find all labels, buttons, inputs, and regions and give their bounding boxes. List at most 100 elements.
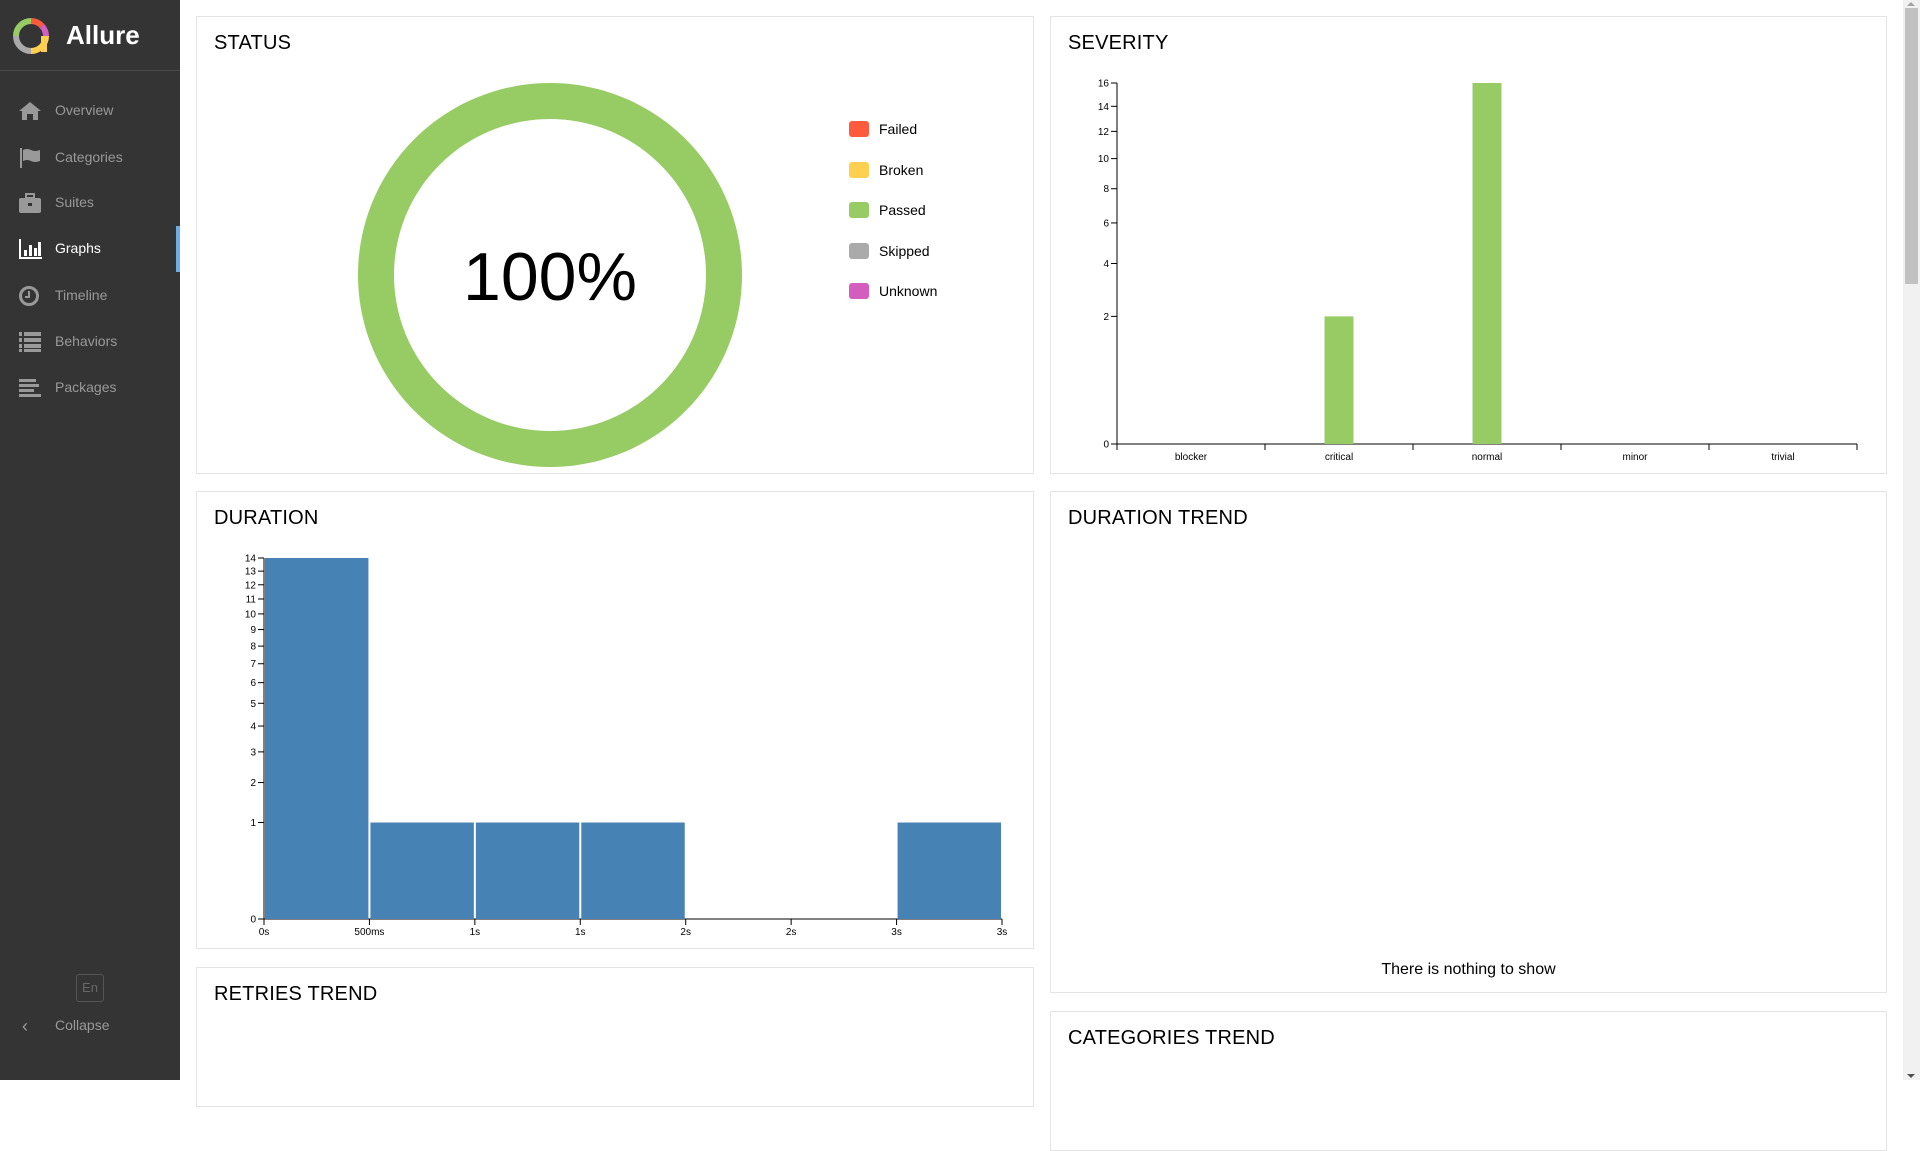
y-tick-label: 6 (250, 678, 256, 689)
y-tick-label: 4 (250, 722, 256, 733)
scroll-up-arrow-icon[interactable] (1907, 2, 1915, 6)
legend-label: Broken (879, 161, 924, 178)
duration-panel: DURATION 0 1 2 3 4 5 6 7 8 9 10 11 12 13 14 0s 500ms 1s 1s… (196, 491, 1034, 949)
y-tick-label: 7 (250, 659, 256, 670)
y-tick-label: 2 (1103, 312, 1109, 323)
bar-critical (1324, 316, 1354, 444)
sidebar-item-packages[interactable]: Packages (0, 365, 180, 411)
y-tick-label: 9 (250, 625, 256, 636)
legend-swatch (849, 202, 869, 218)
sidebar-item-label: Overview (55, 102, 114, 118)
sidebar-item-timeline[interactable]: Timeline (0, 273, 180, 319)
y-tick-label: 11 (246, 595, 257, 606)
y-tick-label: 5 (250, 699, 256, 710)
y-tick-label: 8 (250, 642, 256, 653)
x-tick-label: 2s (786, 927, 797, 938)
duration-chart: 012345678910111213140s 500ms 1s 1s 2s 2s 3s 3s (245, 554, 1008, 939)
chevron-left-icon: ‹ (22, 1016, 28, 1036)
x-tick-label: 3s (891, 927, 902, 938)
x-tick-label: 1s (470, 927, 481, 938)
y-tick-label: 10 (1098, 154, 1110, 165)
sidebar-item-label: Categories (55, 149, 123, 165)
briefcase-icon (19, 193, 41, 213)
y-tick-label: 2 (250, 778, 256, 789)
legend-label: Failed (879, 121, 918, 137)
severity-chart: 0 2 4 6 8 10 12 14 16 blocker critical normal minor t… (1098, 79, 1858, 463)
y-tick-label: 6 (1103, 218, 1109, 229)
y-tick-label: 8 (1103, 184, 1109, 195)
legend-swatch (849, 283, 869, 299)
panel-title: DURATION TREND (1068, 507, 1248, 529)
active-indicator (176, 226, 180, 272)
y-tick-label: 0 (1103, 440, 1109, 451)
categories-trend-panel: CATEGORIES TREND (1050, 1011, 1887, 1151)
scroll-down-arrow-icon[interactable] (1907, 1074, 1915, 1078)
sidebar-item-graphs[interactable]: Graphs (0, 226, 180, 272)
sidebar-item-label: Behaviors (55, 333, 118, 349)
y-tick-label: 1 (250, 818, 256, 829)
sidebar-item-overview[interactable]: Overview (0, 88, 180, 134)
y-tick-label: 16 (1098, 79, 1110, 90)
status-panel: STATUS 100% Failed Broken Passed Skipped Unk… (196, 16, 1034, 474)
legend-swatch (849, 242, 869, 259)
sidebar-item-label: Graphs (55, 240, 101, 256)
histogram-bar (265, 558, 369, 919)
collapse-button[interactable]: ‹ Collapse (0, 1010, 180, 1040)
panel-title: RETRIES TREND (214, 983, 378, 1005)
sidebar: Allure Overview Categories Suites Graphs… (0, 0, 180, 1080)
x-tick-label: normal (1472, 452, 1503, 463)
y-tick-label: 0 (250, 915, 256, 926)
y-tick-label: 14 (1098, 102, 1110, 113)
x-tick-label: 1s (575, 927, 586, 938)
duration-trend-panel: DURATION TREND There is nothing to show (1050, 491, 1887, 993)
y-tick-label: 4 (1103, 259, 1109, 270)
allure-logo-icon (13, 18, 49, 54)
legend-swatch (849, 161, 869, 178)
home-icon (19, 102, 41, 120)
flag-icon (20, 148, 40, 168)
x-tick-label: 500ms (354, 927, 384, 938)
x-tick-label: trivial (1771, 452, 1794, 463)
histogram-bar (370, 822, 474, 919)
sidebar-item-label: Suites (55, 194, 94, 210)
bar-chart-icon (19, 239, 42, 259)
histogram-bar (475, 822, 580, 919)
align-left-icon (19, 379, 41, 397)
collapse-label: Collapse (55, 1017, 110, 1033)
y-tick-label: 10 (245, 609, 257, 620)
sidebar-item-suites[interactable]: Suites (0, 180, 180, 226)
x-tick-label: critical (1325, 452, 1353, 463)
y-tick-label: 14 (245, 554, 257, 565)
retries-trend-panel: RETRIES TREND (196, 967, 1034, 1107)
bar-normal (1472, 83, 1502, 444)
clock-icon (19, 286, 39, 306)
x-tick-label: 3s (997, 927, 1008, 938)
panel-title: CATEGORIES TREND (1068, 1027, 1275, 1049)
x-tick-label: 2s (680, 927, 691, 938)
severity-panel: SEVERITY 0 2 4 6 8 10 12 14 16 blocker critical nor… (1050, 16, 1887, 474)
empty-message: There is nothing to show (1381, 961, 1556, 978)
legend-label: Passed (879, 202, 926, 218)
x-tick-label: blocker (1175, 452, 1208, 463)
legend-label: Skipped (879, 242, 930, 259)
language-button[interactable]: En (76, 974, 104, 1002)
y-tick-label: 13 (245, 567, 257, 578)
list-icon (19, 332, 41, 352)
y-tick-label: 12 (245, 580, 257, 591)
legend-swatch (849, 121, 869, 137)
scrollbar-thumb[interactable] (1905, 8, 1918, 284)
sidebar-item-label: Packages (55, 379, 117, 395)
x-tick-label: minor (1622, 452, 1648, 463)
logo[interactable]: Allure (0, 0, 180, 71)
histogram-bar (581, 822, 685, 919)
sidebar-item-categories[interactable]: Categories (0, 135, 180, 181)
y-tick-label: 3 (250, 747, 256, 758)
scrollbar[interactable] (1903, 0, 1920, 1080)
sidebar-item-label: Timeline (55, 287, 108, 303)
y-tick-label: 12 (1098, 127, 1110, 138)
x-tick-label: 0s (259, 927, 270, 938)
histogram-bar (897, 822, 1001, 919)
center-label: 100% (463, 239, 637, 315)
app-name: Allure (66, 20, 140, 50)
sidebar-item-behaviors[interactable]: Behaviors (0, 319, 180, 365)
